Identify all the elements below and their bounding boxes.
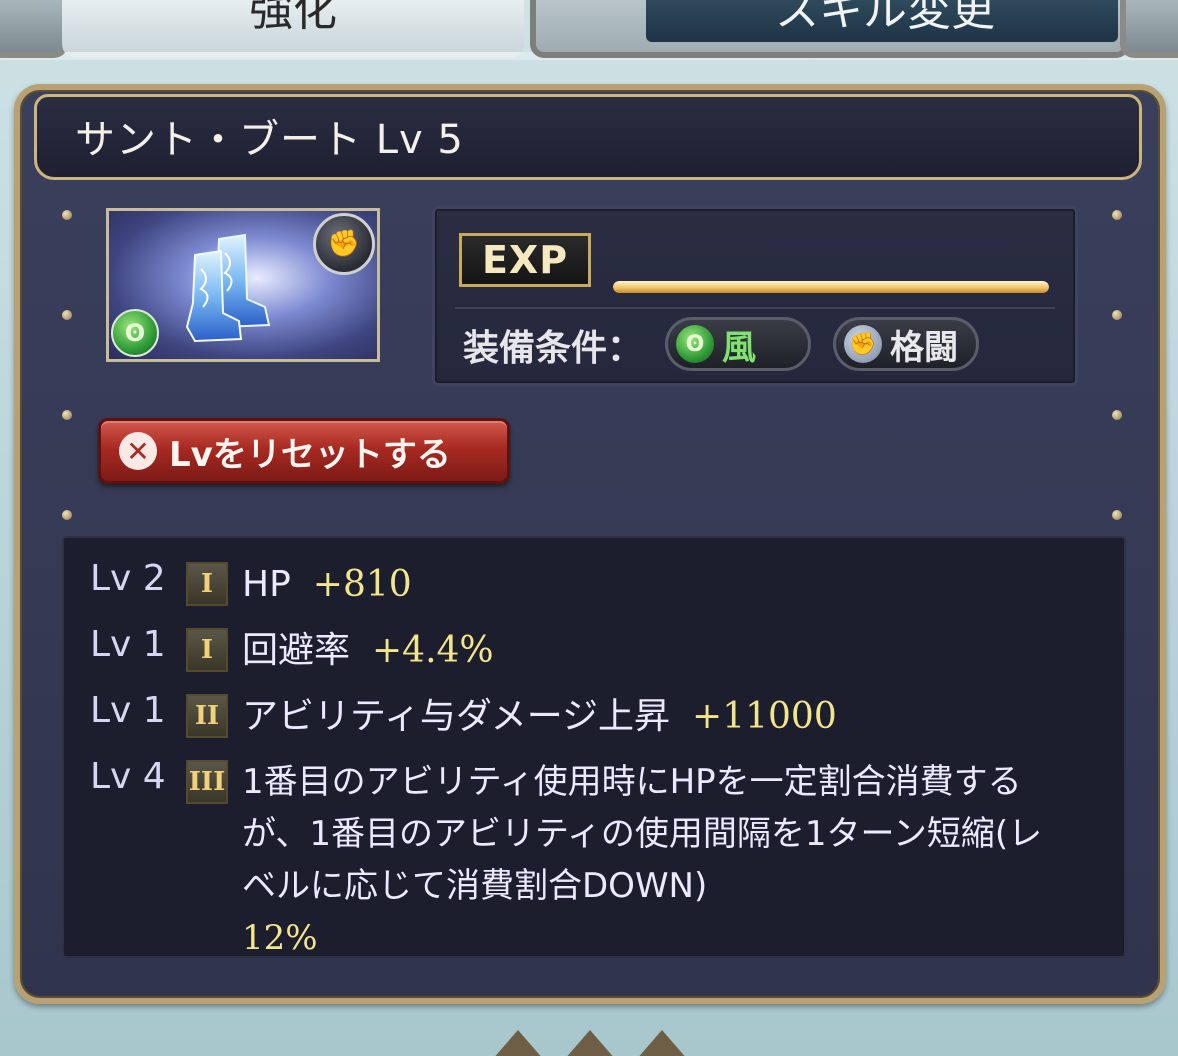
rivet	[1112, 510, 1122, 520]
skill-value: +810	[312, 564, 412, 605]
tab-skill-change[interactable]: スキル変更	[530, 0, 1130, 58]
scroll-down-indicator	[564, 1030, 616, 1056]
skill-level: Lv 4	[90, 756, 166, 797]
condition-label: 風	[722, 327, 756, 368]
tab-left-edge	[0, 0, 68, 58]
item-image: ✊ ʘ	[106, 208, 380, 362]
skill-tier-badge: I	[186, 562, 228, 606]
skill-value: +11000	[692, 696, 837, 737]
skill-level: Lv 1	[90, 690, 166, 731]
wind-icon: ʘ	[676, 325, 714, 363]
rivet	[1112, 210, 1122, 220]
tab-right-edge	[1120, 0, 1178, 58]
skill-name: 1番目のアビリティ使用時にHPを一定割合消費するが、1番目のアビリティの使用間隔…	[242, 762, 1043, 906]
skills-list: Lv 2 I HP +810 Lv 1 I 回避率 +4.4% Lv 1 II …	[62, 536, 1126, 958]
skill-name: 回避率	[242, 630, 351, 671]
exp-label: EXP	[459, 233, 591, 287]
item-detail-panel: サント・ブート Lv 5 ✊ ʘ EXP 装備条件： ʘ 風 ✊ 格闘 ✕ Lv…	[14, 84, 1166, 1004]
skill-name: HP	[242, 564, 291, 605]
item-title: サント・ブート Lv 5	[75, 117, 464, 163]
rivet	[62, 410, 72, 420]
skill-level: Lv 2	[90, 558, 166, 599]
boot-icon	[185, 233, 271, 343]
fist-icon: ✊	[844, 325, 882, 363]
skill-row: Lv 4 III 1番目のアビリティ使用時にHPを一定割合消費するが、1番目のア…	[90, 756, 1104, 964]
skill-level: Lv 1	[90, 624, 166, 665]
condition-wind: ʘ 風	[665, 317, 811, 371]
reset-level-button[interactable]: ✕ Lvをリセットする	[98, 418, 510, 484]
tab-strengthen-label: 強化	[249, 0, 337, 36]
skill-name: アビリティ与ダメージ上昇	[242, 696, 671, 737]
wind-element-icon: ʘ	[111, 309, 159, 357]
divider	[455, 307, 1055, 309]
skill-row: Lv 1 I 回避率 +4.4%	[90, 624, 1104, 678]
tab-strengthen[interactable]: 強化	[62, 0, 524, 58]
rivet	[62, 310, 72, 320]
exp-bar-fill	[613, 281, 1049, 293]
skill-description: 1番目のアビリティ使用時にHPを一定割合消費するが、1番目のアビリティの使用間隔…	[242, 756, 1062, 964]
skill-tier-badge: II	[186, 694, 228, 738]
exp-bar	[613, 281, 1049, 293]
exp-info-box: EXP 装備条件： ʘ 風 ✊ 格闘	[432, 206, 1078, 386]
skill-value: 12%	[242, 918, 318, 958]
rivet	[1112, 310, 1122, 320]
skill-tier-badge: I	[186, 628, 228, 672]
scroll-down-indicator	[492, 1030, 544, 1056]
skill-tier-badge: III	[186, 760, 228, 804]
tab-skill-change-label: スキル変更	[775, 0, 995, 36]
skill-value: +4.4%	[372, 630, 494, 671]
close-icon: ✕	[119, 432, 157, 470]
rivet	[1112, 410, 1122, 420]
equip-conditions-label: 装備条件：	[463, 328, 644, 369]
skill-row: Lv 2 I HP +810	[90, 558, 1104, 612]
reset-level-label: Lvをリセットする	[169, 434, 451, 475]
condition-fist: ✊ 格闘	[833, 317, 979, 371]
panel-header: サント・ブート Lv 5	[34, 94, 1142, 180]
skill-row: Lv 1 II アビリティ与ダメージ上昇 +11000	[90, 690, 1104, 744]
condition-label: 格闘	[890, 327, 958, 368]
rivet	[62, 210, 72, 220]
scroll-down-indicator	[636, 1030, 688, 1056]
rivet	[62, 510, 72, 520]
fist-weapon-icon: ✊	[313, 213, 375, 275]
